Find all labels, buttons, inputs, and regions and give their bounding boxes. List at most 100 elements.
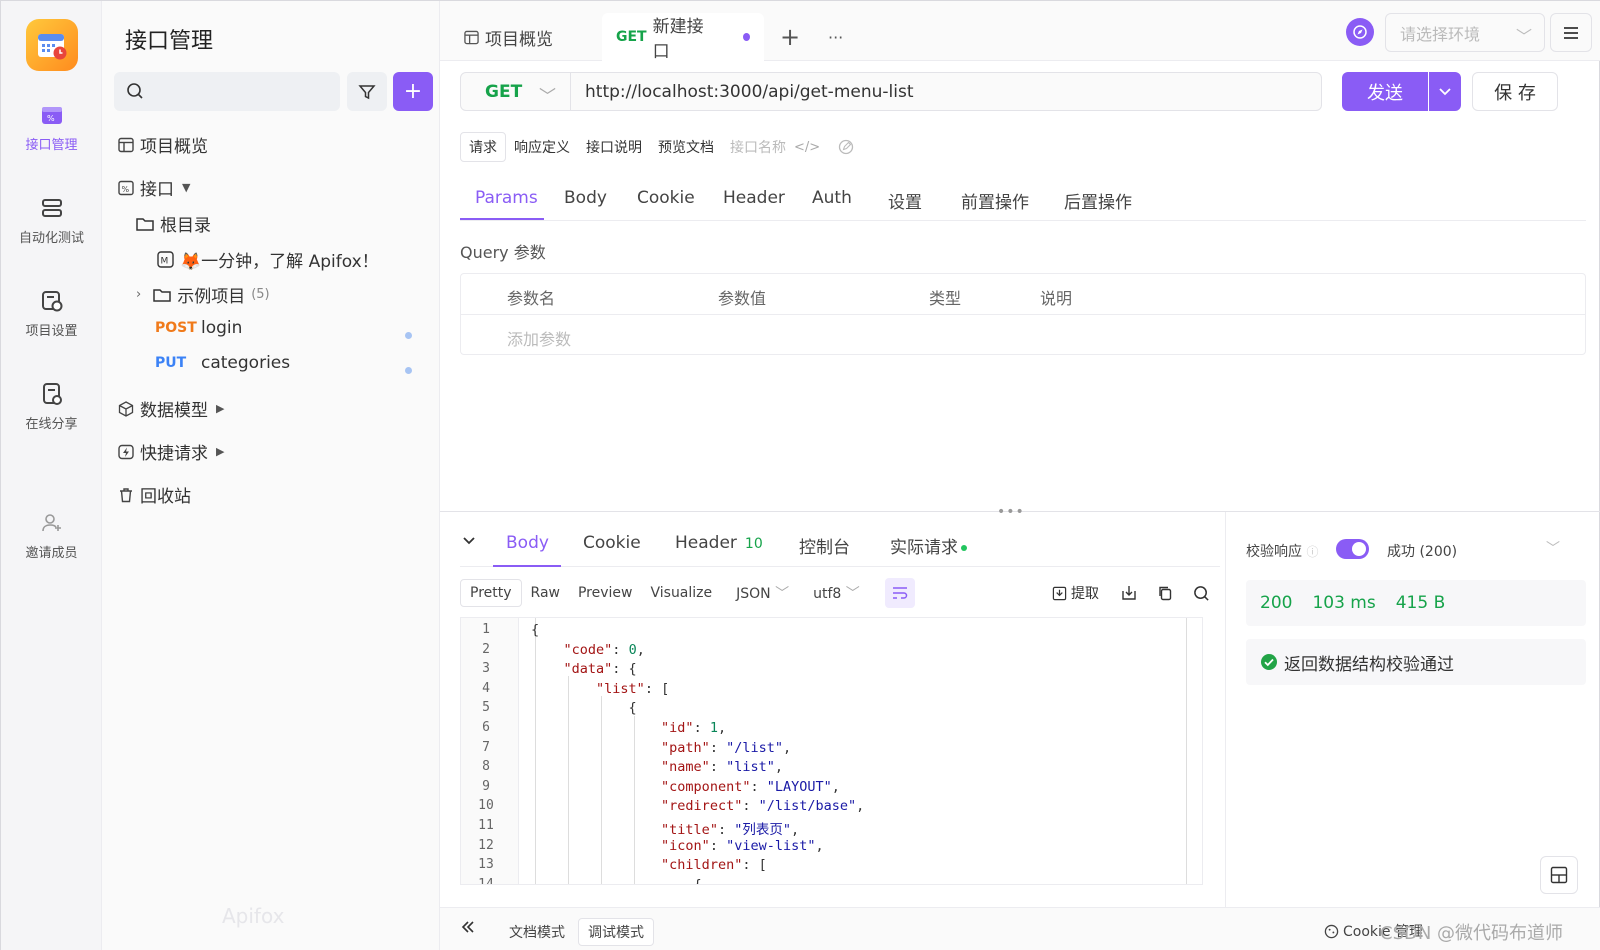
rail-item-label: 自动化测试: [18, 231, 84, 246]
add-button[interactable]: +: [393, 72, 433, 111]
code-icon: </>: [794, 139, 821, 155]
tab-header[interactable]: Header: [723, 188, 785, 208]
rail-item-invite[interactable]: 邀请成员: [1, 510, 102, 561]
tab-body[interactable]: Body: [564, 188, 607, 208]
tree-doc-intro[interactable]: M 🦊一分钟，了解 Apifox！: [157, 247, 379, 272]
tree-item-quick[interactable]: 快捷请求 ▶: [118, 439, 224, 464]
filter-icon: [358, 84, 376, 99]
copy-button[interactable]: [1157, 585, 1173, 601]
extract-button[interactable]: 提取: [1052, 583, 1099, 603]
hamburger-icon: [1564, 26, 1578, 39]
edit-icon[interactable]: [838, 139, 854, 155]
tab-settings[interactable]: 设置: [888, 188, 922, 213]
content-type-select[interactable]: JSON ﹀: [727, 578, 798, 608]
rail-item-share[interactable]: 在线分享: [1, 381, 102, 432]
response-tab-header[interactable]: Header 10: [675, 533, 763, 553]
line-number: 8: [482, 759, 490, 775]
rail-item-project-settings[interactable]: 项目设置: [1, 288, 102, 339]
response-tab-actual-request[interactable]: 实际请求: [890, 533, 967, 558]
tab-project-overview[interactable]: 项目概览: [464, 13, 553, 61]
rail-item-automation[interactable]: 自动化测试: [1, 195, 102, 246]
column-header: 参数名: [507, 289, 556, 308]
subtab-preview-doc[interactable]: 预览文档: [650, 133, 722, 161]
label-text: 校验响应: [1246, 544, 1302, 560]
chevron-down-icon[interactable]: ﹀: [1546, 538, 1560, 558]
tab-cookie[interactable]: Cookie: [637, 188, 695, 208]
tab-post-ops[interactable]: 后置操作: [1064, 188, 1132, 213]
tab-auth[interactable]: Auth: [812, 188, 852, 208]
new-tab-button[interactable]: +: [780, 13, 800, 61]
format-raw[interactable]: Raw: [522, 580, 569, 606]
format-preview[interactable]: Preview: [569, 580, 642, 606]
tree-api-login[interactable]: POST login: [155, 318, 242, 338]
add-param-input[interactable]: 添加参数: [507, 326, 571, 350]
chevron-down-icon: ﹀: [845, 586, 860, 602]
menu-button[interactable]: [1550, 13, 1592, 52]
caret-down-icon: ▼: [182, 181, 191, 194]
response-tab-body[interactable]: Body: [506, 533, 549, 553]
response-time: 103 ms: [1312, 593, 1376, 613]
unsaved-dot: [405, 367, 412, 374]
format-pretty[interactable]: Pretty: [460, 579, 522, 607]
extract-icon: [1052, 586, 1067, 600]
tree-item-label: 项目概览: [140, 137, 208, 157]
share-doc-icon: [39, 381, 65, 407]
more-tabs-button[interactable]: ···: [828, 13, 843, 61]
line-number: 11: [478, 818, 494, 833]
format-visualize[interactable]: Visualize: [641, 580, 721, 606]
download-button[interactable]: [1121, 585, 1137, 601]
lightning-icon: [118, 444, 134, 460]
tab-params[interactable]: Params: [475, 188, 538, 208]
tab-pre-ops[interactable]: 前置操作: [961, 188, 1029, 213]
validate-response-label: 校验响应 ⓘ: [1246, 541, 1318, 561]
tree-folder-root[interactable]: 根目录: [136, 211, 211, 236]
code-line: {: [531, 876, 702, 885]
tree-api-categories[interactable]: PUT categories: [155, 353, 290, 373]
select-value: utf8: [813, 586, 842, 602]
url-input[interactable]: http://localhost:3000/api/get-menu-list: [585, 82, 914, 102]
search-response-button[interactable]: [1193, 585, 1210, 602]
tree-item-models[interactable]: 数据模型 ▶: [118, 396, 224, 421]
more-icon: ···: [828, 27, 844, 47]
tree-folder-example[interactable]: › 示例项目 (5): [136, 282, 270, 307]
chevron-down-icon: ﹀: [775, 586, 790, 602]
tree-item-overview[interactable]: 项目概览: [118, 132, 208, 157]
tree-item-api[interactable]: % 接口 ▼: [118, 175, 190, 200]
code-line: "children": [: [661, 857, 767, 874]
subtab-api-desc[interactable]: 接口说明: [578, 133, 650, 161]
subtab-response-def[interactable]: 响应定义: [506, 133, 578, 161]
env-icon-button[interactable]: [1346, 18, 1374, 46]
response-tab-cookie[interactable]: Cookie: [583, 533, 641, 553]
filter-button[interactable]: [347, 72, 387, 111]
collapse-response-button[interactable]: [462, 531, 476, 551]
api-name-input[interactable]: 接口名称: [722, 133, 794, 161]
send-button[interactable]: 发送: [1342, 72, 1428, 111]
validate-toggle[interactable]: [1336, 539, 1369, 559]
word-wrap-button[interactable]: [884, 578, 915, 608]
tree-item-label: categories: [201, 353, 291, 373]
tree-item-trash[interactable]: 回收站: [118, 482, 191, 507]
send-options-button[interactable]: [1429, 72, 1461, 111]
environment-select[interactable]: 请选择环境 ﹀: [1385, 13, 1545, 52]
response-tab-console[interactable]: 控制台: [799, 533, 850, 558]
search-icon: [1194, 585, 1209, 601]
subtab-request[interactable]: 请求: [460, 132, 506, 162]
encoding-select[interactable]: utf8 ﹀: [804, 578, 869, 608]
column-header: 说明: [1040, 289, 1073, 308]
tab-label: Header: [675, 533, 737, 553]
save-button[interactable]: 保 存: [1472, 72, 1558, 111]
drag-handle-icon[interactable]: •••: [997, 504, 1025, 520]
method-select[interactable]: GET ﹀: [461, 73, 571, 110]
response-code-viewer[interactable]: 1 {2 "code": 0, 3 "data": {4 "list": [5 {6…: [460, 617, 1203, 885]
request-subtabs: 请求 响应定义 接口说明 预览文档 接口名称 </>: [460, 132, 854, 162]
folder-icon: [153, 287, 171, 303]
doc-mode-button[interactable]: 文档模式: [500, 918, 574, 946]
line-number: 12: [478, 837, 494, 853]
layout-toggle-button[interactable]: [1540, 856, 1578, 894]
rail-item-api-manage[interactable]: % 接口管理: [1, 102, 102, 153]
tab-new-api[interactable]: GET 新建接口: [602, 13, 764, 62]
tree-search-input[interactable]: [114, 72, 340, 111]
line-number: 2: [482, 641, 490, 657]
collapse-sidebar-button[interactable]: [460, 920, 476, 938]
debug-mode-button[interactable]: 调试模式: [578, 918, 654, 946]
